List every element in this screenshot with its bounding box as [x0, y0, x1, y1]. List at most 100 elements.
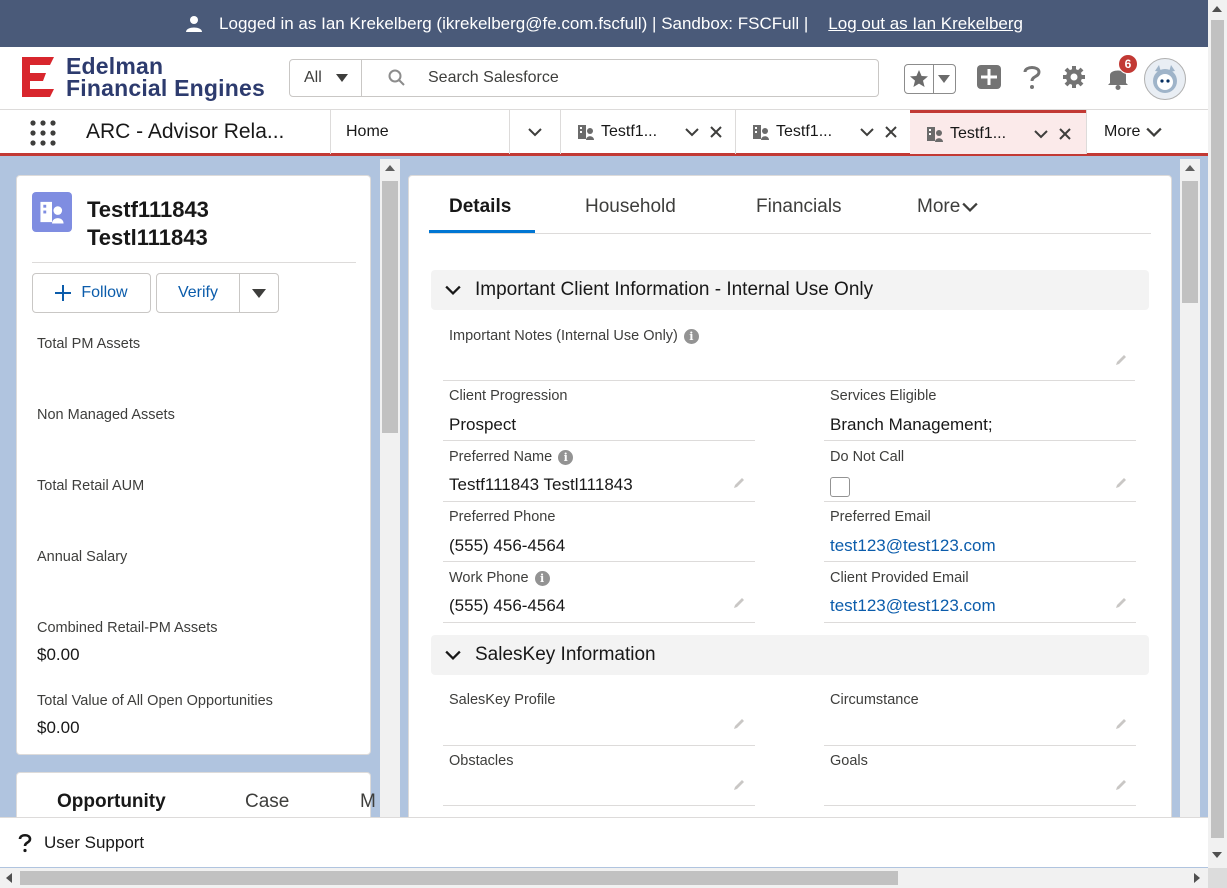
- section-saleskey-info[interactable]: SalesKey Information: [431, 635, 1149, 675]
- tab-more-related[interactable]: M: [360, 791, 376, 813]
- field-underline: [824, 561, 1136, 562]
- chevron-down-icon: [445, 285, 461, 296]
- close-icon[interactable]: [1058, 127, 1072, 141]
- left-scrollbar[interactable]: [380, 159, 400, 817]
- info-icon[interactable]: i: [534, 570, 550, 586]
- close-icon[interactable]: [709, 125, 723, 139]
- tab-financials[interactable]: Financials: [756, 196, 842, 218]
- company-logo[interactable]: Edelman Financial Engines: [18, 53, 265, 101]
- work-phone-value: (555) 456-4564: [449, 596, 566, 615]
- question-icon: [18, 833, 32, 852]
- client-email-link[interactable]: test123@test123.com: [830, 596, 996, 616]
- field-label: Combined Retail-PM Assets: [37, 620, 218, 636]
- main-content: Testf111843 Testl111843 Follow Verify To…: [0, 159, 1208, 817]
- info-icon[interactable]: i: [558, 449, 574, 465]
- chevron-down-icon[interactable]: [685, 125, 699, 139]
- preferred-phone-label: Preferred Phone: [449, 509, 556, 525]
- sandbox-banner: Logged in as Ian Krekelberg (ikrekelberg…: [0, 0, 1208, 47]
- nav-menu-button[interactable]: [510, 110, 560, 154]
- more-actions-button[interactable]: [239, 273, 279, 313]
- global-search: All: [289, 59, 879, 97]
- pencil-icon[interactable]: [732, 596, 746, 610]
- chevron-down-icon[interactable]: [860, 125, 874, 139]
- close-icon[interactable]: [884, 125, 898, 139]
- client-progression-label: Client Progression: [449, 388, 568, 404]
- question-icon: [1023, 65, 1041, 89]
- pencil-icon[interactable]: [732, 476, 746, 490]
- field-underline: [443, 805, 755, 806]
- tab-opportunity[interactable]: Opportunity: [57, 791, 166, 813]
- app-launcher-icon[interactable]: [30, 120, 56, 146]
- info-icon[interactable]: i: [683, 328, 699, 344]
- favorites-list-button[interactable]: [934, 65, 955, 93]
- services-eligible-label: Services Eligible: [830, 388, 937, 404]
- search-icon: [388, 69, 405, 86]
- pencil-icon[interactable]: [1114, 353, 1128, 367]
- scroll-right-arrow[interactable]: [1194, 873, 1200, 883]
- search-scope-dropdown[interactable]: All: [290, 60, 362, 96]
- pencil-icon[interactable]: [1114, 778, 1128, 792]
- verify-button[interactable]: Verify: [156, 273, 240, 313]
- scroll-up-arrow[interactable]: [1212, 6, 1222, 12]
- section-important-client-info[interactable]: Important Client Information - Internal …: [431, 270, 1149, 310]
- pencil-icon[interactable]: [732, 717, 746, 731]
- window-vertical-scrollbar[interactable]: [1208, 0, 1227, 868]
- logo-mark-icon: [22, 57, 54, 97]
- tab-details[interactable]: Details: [449, 196, 511, 218]
- scrollbar-thumb[interactable]: [382, 181, 398, 433]
- pencil-icon[interactable]: [1114, 717, 1128, 731]
- notification-badge: 6: [1118, 53, 1138, 74]
- tab-record-1[interactable]: Testf1...: [561, 110, 735, 154]
- pencil-icon[interactable]: [1114, 476, 1128, 490]
- tab-more[interactable]: More: [917, 196, 978, 218]
- field-underline: [443, 561, 755, 562]
- scroll-up-arrow[interactable]: [1185, 165, 1195, 171]
- follow-button[interactable]: Follow: [32, 273, 151, 313]
- window-horizontal-scrollbar[interactable]: [0, 868, 1208, 888]
- favorites-button[interactable]: [905, 65, 934, 93]
- caret-down-icon: [938, 75, 951, 83]
- chevron-down-icon: [528, 128, 542, 137]
- tab-case[interactable]: Case: [245, 791, 289, 813]
- logout-link[interactable]: Log out as Ian Krekelberg: [828, 14, 1023, 34]
- scrollbar-thumb[interactable]: [1182, 181, 1198, 303]
- pencil-icon[interactable]: [1114, 596, 1128, 610]
- pencil-icon[interactable]: [732, 778, 746, 792]
- scroll-down-arrow[interactable]: [1212, 852, 1222, 858]
- work-phone-label: Work Phone i: [449, 570, 550, 586]
- field-value: $0.00: [37, 645, 80, 664]
- do-not-call-checkbox[interactable]: [830, 477, 850, 497]
- scroll-up-arrow[interactable]: [385, 165, 395, 171]
- chevron-down-icon[interactable]: [1034, 127, 1048, 141]
- scrollbar-corner: [1208, 868, 1227, 888]
- scrollbar-thumb[interactable]: [1211, 20, 1224, 838]
- search-input[interactable]: [428, 69, 848, 87]
- user-avatar[interactable]: [1144, 58, 1186, 100]
- preferred-email-link[interactable]: test123@test123.com: [830, 536, 996, 556]
- field-label: Non Managed Assets: [37, 407, 175, 423]
- global-header: Edelman Financial Engines All Search Sal…: [0, 47, 1208, 110]
- field-label: Total PM Assets: [37, 336, 141, 352]
- global-actions-button[interactable]: [976, 64, 1002, 95]
- tab-household[interactable]: Household: [585, 196, 676, 218]
- setup-button[interactable]: [1062, 65, 1086, 94]
- notifications-button[interactable]: 6: [1106, 53, 1138, 95]
- scrollbar-thumb[interactable]: [20, 871, 898, 885]
- tab-home[interactable]: Home: [331, 110, 509, 154]
- tab-record-2[interactable]: Testf1...: [736, 110, 910, 154]
- chevron-down-icon: [1146, 127, 1163, 138]
- scroll-left-arrow[interactable]: [6, 873, 12, 883]
- do-not-call-label: Do Not Call: [830, 449, 905, 465]
- services-eligible-value: Branch Management;: [830, 415, 993, 434]
- client-email-label: Client Provided Email: [830, 570, 969, 586]
- nav-more-button[interactable]: More: [1087, 110, 1187, 154]
- help-button[interactable]: [1022, 64, 1042, 95]
- user-support-button[interactable]: User Support: [44, 833, 144, 853]
- logo-text: Edelman Financial Engines: [66, 53, 265, 101]
- right-scrollbar[interactable]: [1180, 159, 1200, 817]
- field-underline: [443, 745, 755, 746]
- tab-record-3-active[interactable]: Testf1...: [910, 110, 1086, 154]
- circumstance-label: Circumstance: [830, 692, 919, 708]
- user-icon: [186, 15, 203, 32]
- record-details-card: Details Household Financials More Import…: [408, 175, 1172, 817]
